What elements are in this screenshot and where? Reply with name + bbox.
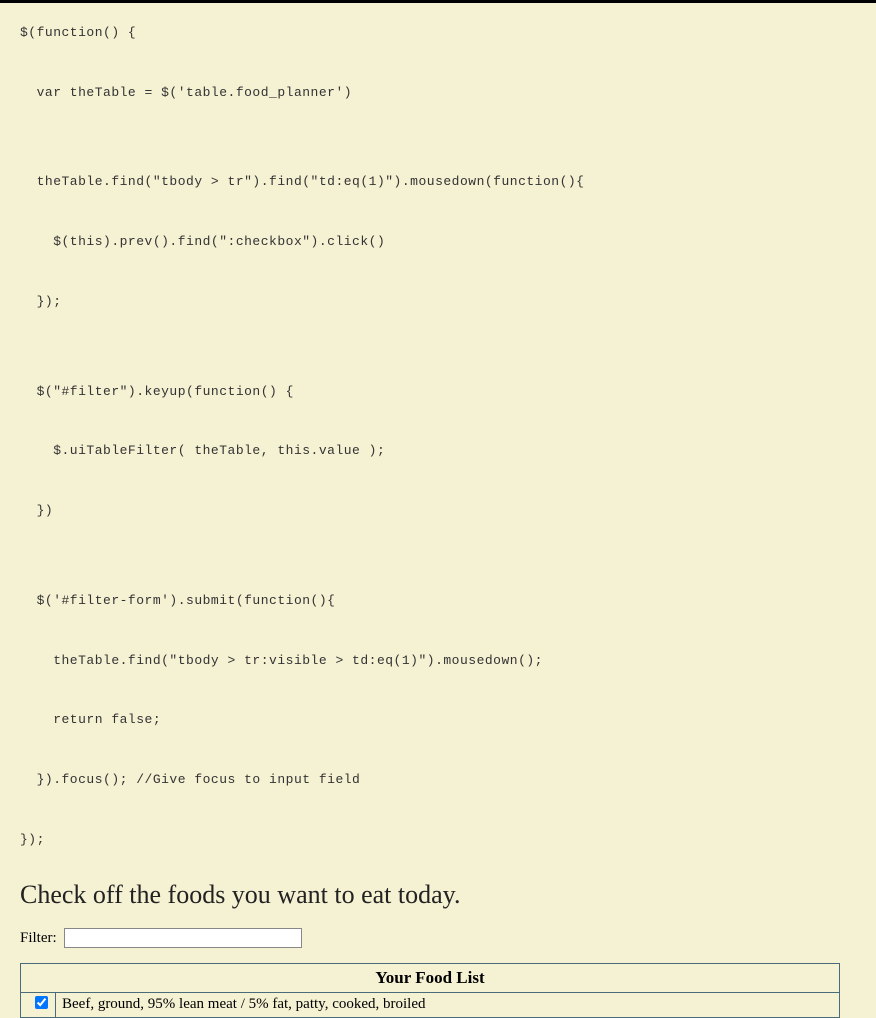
- food-table: Your Food List Beef, ground, 95% lean me…: [20, 963, 840, 1018]
- food-checkbox[interactable]: [35, 996, 48, 1009]
- page-heading: Check off the foods you want to eat toda…: [20, 880, 856, 910]
- filter-input[interactable]: [64, 928, 302, 948]
- table-row: Beef, ground, 95% lean meat / 5% fat, pa…: [21, 992, 840, 1017]
- filter-form: Filter:: [20, 928, 856, 948]
- table-header: Your Food List: [21, 963, 840, 992]
- code-block: $(function() { var theTable = $('table.f…: [20, 18, 856, 855]
- checkbox-cell[interactable]: [21, 992, 56, 1017]
- food-name-cell[interactable]: Beef, ground, 95% lean meat / 5% fat, pa…: [56, 992, 840, 1017]
- code-block-container: $(function() { var theTable = $('table.f…: [0, 3, 876, 860]
- filter-label: Filter:: [20, 930, 57, 946]
